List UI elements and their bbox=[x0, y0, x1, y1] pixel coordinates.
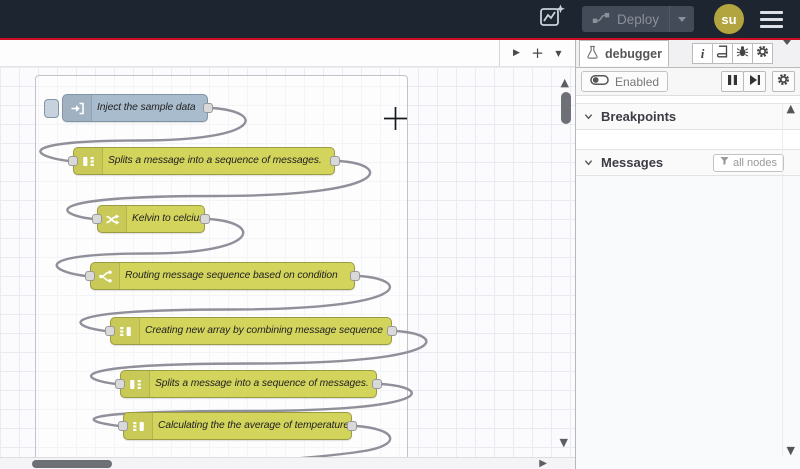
flow-canvas[interactable]: Inject the sample data Splits a message i… bbox=[0, 67, 575, 457]
chevron-down-icon bbox=[678, 16, 686, 22]
messages-filter-button[interactable]: all nodes bbox=[712, 153, 784, 172]
node-change1[interactable]: Kelvin to celcius bbox=[92, 205, 210, 233]
node-input-port[interactable] bbox=[105, 326, 115, 336]
flow-list-button[interactable]: ▼ bbox=[548, 43, 569, 64]
node-label: Splits a message into a sequence of mess… bbox=[108, 155, 322, 166]
avatar-initials: su bbox=[721, 11, 737, 27]
sidebar-tab-bar: debugger i bbox=[576, 39, 800, 68]
main-menu-button[interactable] bbox=[760, 8, 783, 31]
info-icon: i bbox=[700, 45, 705, 61]
chevron-down-icon bbox=[584, 158, 593, 167]
book-icon bbox=[716, 45, 729, 63]
flow-sparkle-icon bbox=[539, 3, 566, 35]
node-label: Creating new array by combining message … bbox=[145, 325, 383, 336]
tab-config-nodes-button[interactable] bbox=[752, 43, 773, 64]
node-red-editor: Deploy su ▶ + ▼ Inject the sample data Sp… bbox=[0, 0, 800, 469]
fork-icon bbox=[91, 263, 120, 289]
chevron-down-icon bbox=[584, 112, 593, 121]
pause-button[interactable] bbox=[721, 71, 744, 92]
user-avatar[interactable]: su bbox=[714, 4, 744, 34]
node-input-port[interactable] bbox=[115, 379, 125, 389]
header-bar: Deploy su bbox=[0, 0, 800, 38]
messages-title: Messages bbox=[601, 155, 664, 170]
node-label: Calculating the the average of temperatu… bbox=[158, 420, 349, 431]
canvas-horizontal-scrollbar[interactable]: ▶ bbox=[0, 457, 575, 469]
node-switch1[interactable]: Routing message sequence based on condit… bbox=[85, 262, 360, 290]
breakpoints-title: Breakpoints bbox=[601, 109, 677, 124]
node-input-port[interactable] bbox=[92, 214, 102, 224]
tab-help-button[interactable] bbox=[712, 43, 733, 64]
step-button[interactable] bbox=[743, 71, 766, 92]
flask-icon bbox=[586, 45, 599, 62]
canvas-scroll-down-icon[interactable]: ▼ bbox=[560, 436, 568, 449]
tab-info-button[interactable]: i bbox=[692, 43, 713, 64]
sidebar-scroll-down-icon[interactable]: ▼ bbox=[787, 444, 795, 457]
flows-assistant-button[interactable] bbox=[538, 4, 568, 34]
node-output-port[interactable] bbox=[203, 103, 213, 113]
node-output-port[interactable] bbox=[372, 379, 382, 389]
step-icon bbox=[749, 73, 761, 91]
scroll-tabs-right-button[interactable]: ▶ bbox=[506, 43, 527, 64]
debugger-toolbar: Enabled bbox=[576, 68, 800, 96]
gear-icon bbox=[777, 73, 790, 91]
deploy-button[interactable]: Deploy bbox=[581, 6, 694, 32]
deploy-options-caret[interactable] bbox=[669, 6, 694, 32]
pause-icon bbox=[727, 73, 738, 91]
join-icon bbox=[111, 318, 140, 344]
canvas-scroll-right-icon[interactable]: ▶ bbox=[539, 458, 547, 469]
canvas-vertical-scrollbar-thumb[interactable] bbox=[561, 92, 571, 124]
tab-debugger[interactable]: debugger bbox=[579, 40, 669, 67]
node-label: Routing message sequence based on condit… bbox=[125, 270, 338, 281]
join-icon bbox=[124, 413, 153, 439]
node-output-port[interactable] bbox=[330, 156, 340, 166]
canvas-horizontal-scrollbar-thumb[interactable] bbox=[32, 460, 112, 468]
node-inject[interactable]: Inject the sample data bbox=[44, 94, 213, 122]
node-output-port[interactable] bbox=[387, 326, 397, 336]
sidebar-scroll-up-icon[interactable]: ▲ bbox=[787, 102, 795, 115]
workspace-column: ▶ + ▼ Inject the sample data Splits a mes… bbox=[0, 40, 575, 469]
breakpoints-list bbox=[576, 130, 800, 149]
node-input-port[interactable] bbox=[68, 156, 78, 166]
sidebar: debugger i Enabled Breakpoints Messages … bbox=[575, 39, 800, 469]
node-join2[interactable]: Calculating the the average of temperatu… bbox=[118, 412, 357, 440]
breakpoints-section-header[interactable]: Breakpoints bbox=[576, 103, 800, 130]
add-flow-button[interactable]: + bbox=[527, 43, 548, 64]
canvas-scroll-up-icon[interactable]: ▲ bbox=[561, 76, 569, 89]
messages-list bbox=[576, 176, 800, 469]
node-output-port[interactable] bbox=[200, 214, 210, 224]
bug-icon bbox=[736, 45, 749, 63]
split-icon bbox=[74, 148, 103, 174]
node-input-port[interactable] bbox=[85, 271, 95, 281]
node-input-port[interactable] bbox=[118, 421, 128, 431]
gear-icon bbox=[756, 45, 769, 63]
messages-filter-label: all nodes bbox=[732, 156, 777, 169]
split-icon bbox=[121, 371, 150, 397]
enabled-label: Enabled bbox=[615, 74, 660, 89]
node-output-port[interactable] bbox=[347, 421, 357, 431]
node-output-port[interactable] bbox=[350, 271, 360, 281]
debugger-enabled-toggle[interactable]: Enabled bbox=[581, 71, 669, 92]
node-join1[interactable]: Creating new array by combining message … bbox=[105, 317, 397, 345]
sidebar-tabs-menu-button[interactable] bbox=[783, 39, 791, 63]
tab-debug-messages-button[interactable] bbox=[732, 43, 753, 64]
filter-icon bbox=[720, 156, 729, 169]
inject-trigger-button[interactable] bbox=[44, 99, 59, 118]
node-split1[interactable]: Splits a message into a sequence of mess… bbox=[68, 147, 340, 175]
node-split2[interactable]: Splits a message into a sequence of mess… bbox=[115, 370, 382, 398]
shuffle-icon bbox=[98, 206, 127, 232]
debugger-settings-button[interactable] bbox=[772, 71, 795, 92]
messages-section-header[interactable]: Messages all nodes bbox=[576, 149, 800, 176]
inject-arrow-icon bbox=[63, 95, 92, 121]
hamburger-icon bbox=[760, 10, 783, 14]
deploy-wire-icon bbox=[592, 12, 610, 27]
chevron-down-icon bbox=[783, 39, 791, 62]
node-label: Splits a message into a sequence of mess… bbox=[155, 378, 369, 389]
flow-tab-bar: ▶ + ▼ bbox=[0, 40, 575, 67]
toggle-icon bbox=[590, 74, 609, 89]
deploy-label: Deploy bbox=[616, 11, 659, 27]
tab-debugger-label: debugger bbox=[605, 46, 662, 61]
